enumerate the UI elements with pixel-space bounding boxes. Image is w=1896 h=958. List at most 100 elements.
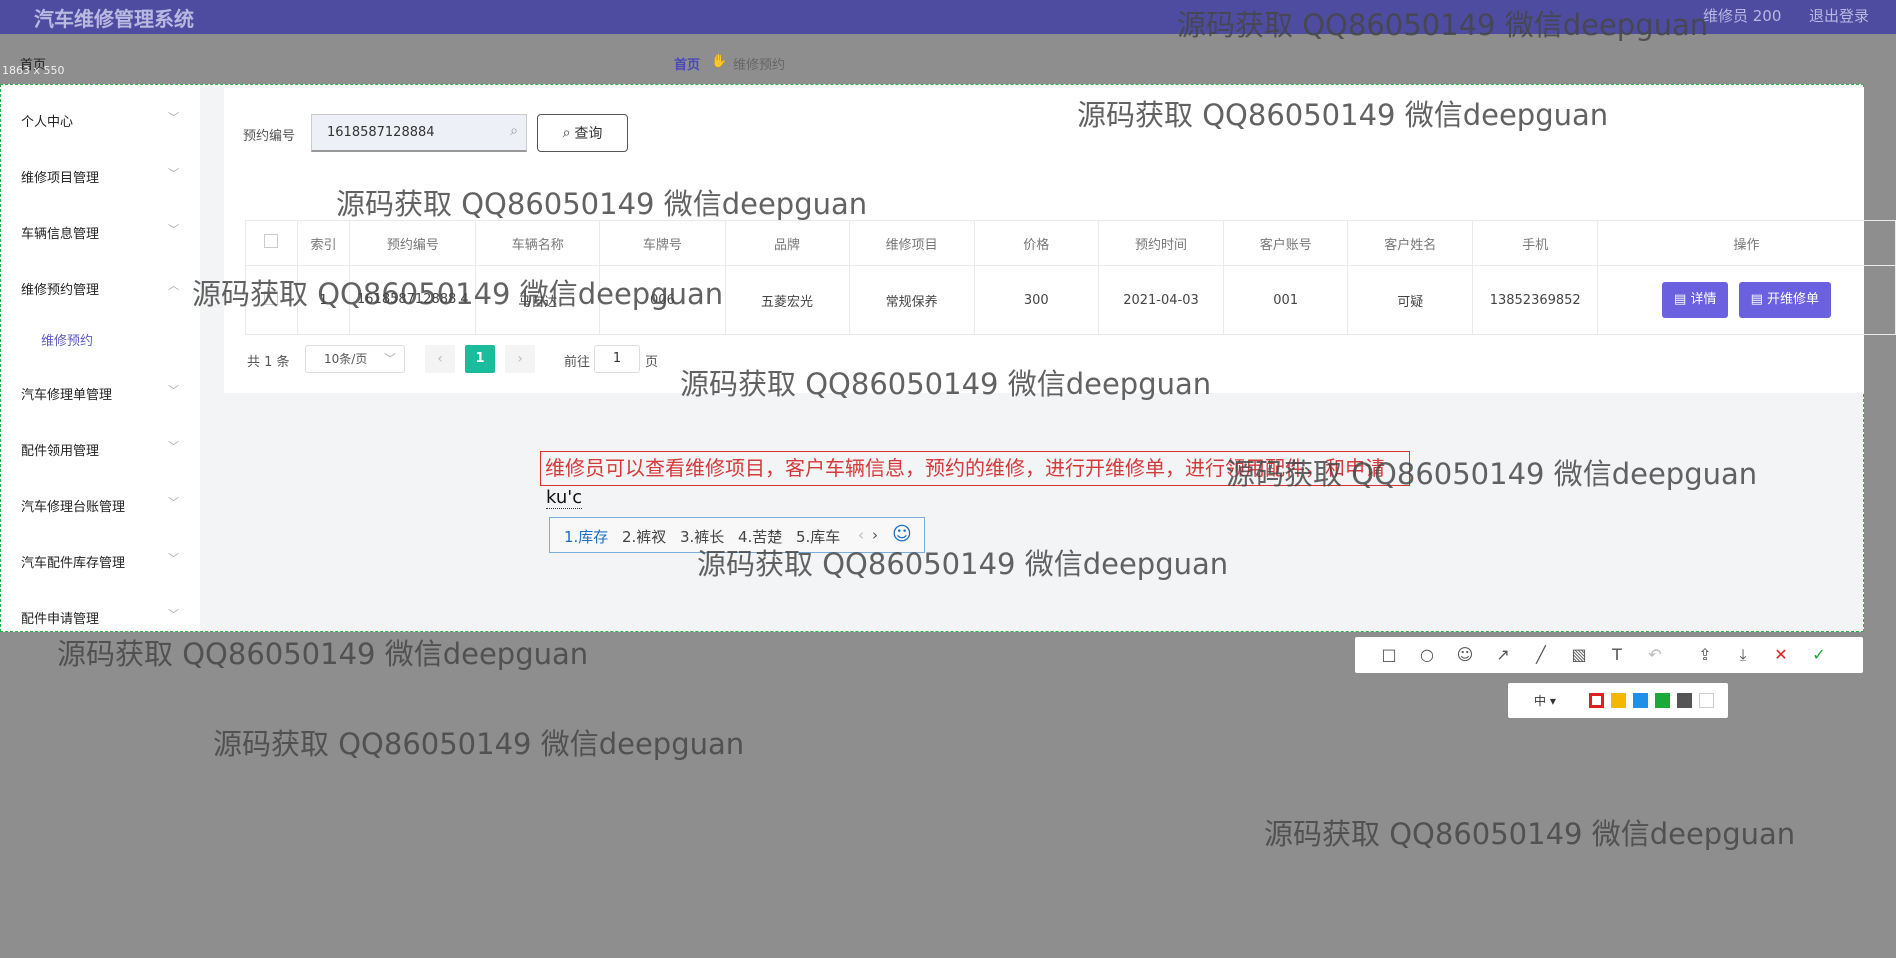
chevron-down-icon: ﹀ [168, 223, 179, 236]
ime-candidate[interactable]: 1.库存 [564, 526, 608, 547]
pen-icon[interactable]: ╱ [1531, 645, 1551, 665]
goto-page-input[interactable]: 1 [594, 345, 640, 373]
cell-brand: 五菱宏光 [724, 265, 850, 335]
sidebar-item-parts-request[interactable]: 配件申请管理 [21, 608, 99, 627]
watermark: 源码获取 QQ86050149 微信deepguan [1177, 8, 1709, 42]
chevron-down-icon: ﹀ [168, 552, 179, 565]
cell-account: 001 [1223, 265, 1349, 335]
breadcrumb-separator-icon: ✋ [711, 54, 728, 69]
pager-page-label: 页 [645, 355, 659, 370]
ime-candidate[interactable]: 2.裤衩 [622, 526, 666, 547]
detail-button-label: 详情 [1690, 292, 1717, 307]
undo-icon[interactable]: ↶ [1645, 645, 1665, 665]
blur-icon[interactable]: ▧ [1569, 645, 1589, 665]
search-label: 预约编号 [243, 129, 296, 144]
mosaic-icon[interactable]: ☺ [1455, 645, 1475, 665]
text-icon[interactable]: T [1607, 645, 1627, 665]
column-header: 车牌号 [599, 220, 726, 266]
watermark: 源码获取 QQ86050149 微信deepguan [697, 547, 1229, 581]
column-header: 价格 [973, 220, 1099, 266]
page-size-value: 10条/页 [324, 352, 368, 366]
logout-link[interactable]: 退出登录 [1809, 5, 1869, 26]
column-header: 车辆名称 [475, 220, 601, 266]
sidebar-item-repair-projects[interactable]: 维修项目管理 [21, 167, 99, 186]
column-header: 操作 [1597, 220, 1896, 266]
open-repair-order-button[interactable]: ▤ 开维修单 [1738, 282, 1832, 318]
select-all-checkbox[interactable] [245, 220, 298, 266]
search-icon: ⌕ [562, 125, 571, 141]
color-swatch-red[interactable] [1589, 693, 1604, 708]
breadcrumb-current: 维修预约 [733, 58, 786, 73]
sidebar: 个人中心 ﹀ 维修项目管理 ﹀ 车辆信息管理 ﹀ 维修预约管理 ︿ 维修预约 汽… [1, 85, 200, 631]
chevron-up-icon: ︿ [168, 279, 179, 292]
detail-button[interactable]: ▤ 详情 [1662, 282, 1729, 318]
watermark: 源码获取 QQ86050149 微信deepguan [192, 277, 724, 311]
column-header: 客户账号 [1223, 220, 1349, 266]
chevron-down-icon: ﹀ [168, 384, 179, 397]
sidebar-subitem-booking[interactable]: 维修预约 [41, 330, 93, 349]
capture-toolbar: □ ○ ☺ ↗ ╱ ▧ T ↶ ⇪ ⤓ ✕ ✓ [1355, 637, 1863, 673]
sidebar-item-repair-orders[interactable]: 汽车修理单管理 [21, 384, 112, 403]
document-icon: ▤ [1674, 292, 1691, 307]
watermark: 源码获取 QQ86050149 微信deepguan [213, 727, 745, 761]
query-button[interactable]: ⌕ 查询 [537, 114, 628, 152]
sidebar-item-personal-center[interactable]: 个人中心 [21, 111, 73, 130]
share-icon[interactable]: ⇪ [1695, 645, 1715, 665]
color-swatch-gray[interactable] [1677, 693, 1692, 708]
query-button-label: 查询 [574, 126, 603, 142]
watermark: 源码获取 QQ86050149 微信deepguan [1264, 817, 1796, 851]
sidebar-item-parts-usage[interactable]: 配件领用管理 [21, 440, 99, 459]
column-header: 手机 [1472, 220, 1599, 266]
document-icon: ▤ [1750, 292, 1768, 307]
sidebar-item-parts-inventory[interactable]: 汽车配件库存管理 [21, 552, 125, 571]
color-swatch-green[interactable] [1655, 693, 1670, 708]
sidebar-item-repair-ledger[interactable]: 汽车修理台账管理 [21, 496, 125, 515]
column-header: 预约编号 [349, 220, 477, 266]
watermark: 源码获取 QQ86050149 微信deepguan [680, 367, 1212, 401]
size-select[interactable]: 中 ▾ [1534, 692, 1556, 709]
pager-goto-label: 前往 [564, 355, 591, 370]
search-icon: ⌕ [510, 123, 518, 139]
color-swatch-yellow[interactable] [1611, 693, 1626, 708]
column-header: 预约时间 [1097, 220, 1225, 266]
cell-project: 常规保养 [848, 265, 975, 335]
column-header: 品牌 [724, 220, 850, 266]
capture-size-label: 1863 x 550 [2, 64, 65, 77]
chevron-down-icon: ﹀ [168, 608, 179, 621]
cell-price: 300 [973, 265, 1099, 335]
arrow-icon[interactable]: ↗ [1493, 645, 1513, 665]
page-size-select[interactable]: 10条/页 ﹀ [305, 345, 405, 373]
circle-icon[interactable]: ○ [1417, 645, 1437, 665]
rectangle-icon[interactable]: □ [1379, 645, 1399, 665]
close-icon[interactable]: ✕ [1771, 645, 1791, 665]
watermark: 源码获取 QQ86050149 微信deepguan [1226, 457, 1758, 491]
ime-composition: ku'c [546, 487, 583, 509]
chevron-down-icon: ﹀ [168, 111, 179, 124]
column-header: 索引 [296, 220, 351, 266]
color-swatch-blue[interactable] [1633, 693, 1648, 708]
capture-style-panel: 中 ▾ [1508, 683, 1728, 718]
next-page-button[interactable]: › [505, 345, 535, 373]
watermark: 源码获取 QQ86050149 微信deepguan [336, 187, 868, 221]
watermark: 源码获取 QQ86050149 微信deepguan [57, 637, 589, 671]
cell-phone: 13852369852 [1472, 265, 1599, 335]
sidebar-item-bookings[interactable]: 维修预约管理 [21, 279, 99, 298]
chevron-down-icon: ﹀ [383, 352, 396, 366]
pager-total: 共 1 条 [247, 355, 290, 370]
color-swatch-white[interactable] [1699, 693, 1714, 708]
current-page[interactable]: 1 [465, 345, 495, 373]
sidebar-item-vehicles[interactable]: 车辆信息管理 [21, 223, 99, 242]
cell-time: 2021-04-03 [1097, 265, 1225, 335]
chevron-down-icon: ﹀ [168, 440, 179, 453]
cell-name: 可疑 [1347, 265, 1474, 335]
watermark: 源码获取 QQ86050149 微信deepguan [1077, 98, 1609, 132]
current-user: 维修员 200 [1703, 7, 1782, 25]
breadcrumb-home[interactable]: 首页 [674, 54, 700, 73]
app-title: 汽车维修管理系统 [34, 7, 194, 31]
confirm-icon[interactable]: ✓ [1809, 645, 1829, 665]
download-icon[interactable]: ⤓ [1733, 645, 1753, 665]
cell-actions: ▤ 详情 ▤ 开维修单 [1597, 265, 1896, 335]
column-header: 维修项目 [848, 220, 975, 266]
prev-page-button[interactable]: ‹ [425, 345, 455, 373]
booking-number-input[interactable]: 1618587128884 ⌕ [311, 114, 527, 152]
